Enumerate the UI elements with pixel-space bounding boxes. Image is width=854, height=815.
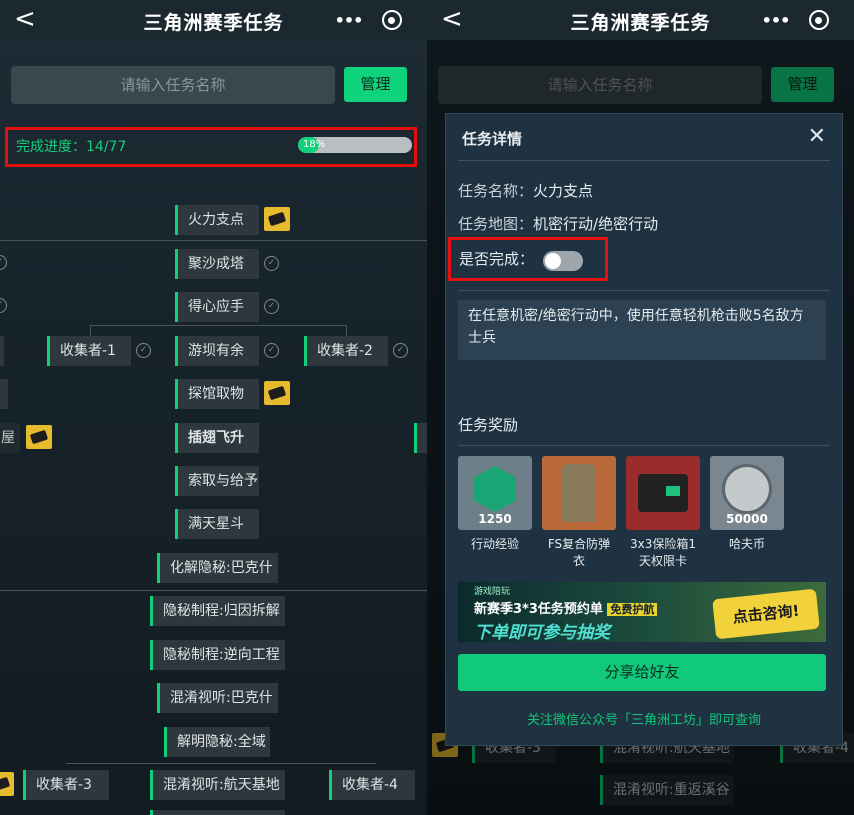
more-icon[interactable]: •••	[754, 11, 797, 30]
chest-icon	[264, 207, 290, 231]
screenshot: < 三角洲赛季任务 ••• 请输入任务名称 管理 完成进度：14/77 18% …	[0, 0, 854, 815]
progress-fill: 18%	[298, 137, 325, 153]
task-node[interactable]: 隐秘制程:归因拆解	[150, 596, 285, 626]
task-tree-screen: < 三角洲赛季任务 ••• 请输入任务名称 管理 完成进度：14/77 18% …	[0, 0, 427, 815]
task-node[interactable]: 火力支点✓	[175, 205, 279, 235]
check-icon: ✓	[0, 255, 7, 270]
reward-item[interactable]: FS复合防弹衣	[542, 456, 616, 570]
task-node[interactable]: 聚沙成塔 ✓	[175, 249, 279, 279]
consult-button[interactable]: 点击咨询!	[712, 588, 820, 640]
task-node[interactable]: 收集者-1 ✓	[47, 336, 151, 366]
done-toggle-highlight: 是否完成：	[448, 237, 608, 281]
progress-label: 完成进度：14/77	[16, 139, 127, 155]
task-node[interactable]: 插翅飞升	[175, 423, 259, 453]
search-input[interactable]: 请输入任务名称	[11, 66, 335, 104]
done-label: 是否完成：	[459, 250, 535, 268]
task-node-partial[interactable]	[150, 810, 285, 815]
task-detail-screen: < 三角洲赛季任务 ••• 请输入任务名称 管理 收集者-3 混淆视听:航天基地…	[427, 0, 854, 815]
task-node[interactable]: 得心应手 ✓	[175, 292, 279, 322]
task-node-partial[interactable]: 屋	[0, 423, 20, 453]
modal-title: 任务详情	[462, 130, 523, 148]
done-toggle[interactable]	[543, 251, 583, 271]
task-node[interactable]: 满天星斗	[175, 509, 259, 539]
task-description: 在任意机密/绝密行动中，使用任意轻机枪击败5名敌方士兵	[458, 300, 826, 360]
check-icon: ✓	[0, 298, 7, 313]
task-node-partial[interactable]	[0, 379, 8, 409]
reward-item[interactable]: 50000 哈夫币	[710, 456, 784, 553]
task-node[interactable]: 混淆视听:航天基地	[150, 770, 285, 800]
task-node[interactable]: 解明隐秘:全域	[164, 727, 270, 757]
chest-icon	[26, 425, 52, 449]
mini-program-capsule: •••	[754, 5, 840, 35]
task-name-row: 任务名称：火力支点	[458, 182, 594, 200]
rewards-title: 任务奖励	[458, 416, 519, 434]
task-detail-modal: 任务详情 ✕ 任务名称：火力支点 任务地图：机密行动/绝密行动 是否完成： 在任…	[445, 113, 843, 746]
task-node[interactable]: 隐秘制程:逆向工程	[150, 640, 285, 670]
task-node[interactable]: 混淆视听:巴克什	[157, 683, 278, 713]
task-node[interactable]: 化解隐秘:巴克什	[157, 553, 278, 583]
progress-bar: 18%	[298, 137, 412, 153]
task-node[interactable]: 收集者-3	[23, 770, 109, 800]
promo-banner[interactable]: 游戏陪玩 新赛季3*3任务预约单 免费护航 下单即可参与抽奖 点击咨询!	[458, 582, 826, 642]
safe-box-icon	[626, 456, 700, 530]
xp-badge-icon: 1250	[458, 456, 532, 530]
task-map-value: 机密行动/绝密行动	[533, 215, 659, 233]
task-node[interactable]: 探馆取物	[175, 379, 259, 409]
task-node-partial[interactable]	[0, 336, 4, 366]
task-node[interactable]: 游坝有余 ✓	[175, 336, 279, 366]
follow-text: 关注微信公众号「三角洲工坊」即可查询	[526, 713, 761, 728]
nav-bar: < 三角洲赛季任务 •••	[427, 0, 854, 40]
close-icon[interactable]: ✕	[808, 124, 826, 149]
close-target-icon[interactable]	[797, 10, 840, 30]
progress-highlight: 完成进度：14/77 18%	[5, 127, 417, 167]
task-node[interactable]: 收集者-2 ✓	[304, 336, 408, 366]
coin-icon: 50000	[710, 456, 784, 530]
share-button[interactable]: 分享给好友	[458, 654, 826, 691]
mini-program-capsule: •••	[327, 5, 413, 35]
manage-button[interactable]: 管理	[344, 67, 407, 102]
nav-bar: < 三角洲赛季任务 •••	[0, 0, 427, 40]
armor-vest-icon	[542, 456, 616, 530]
task-node[interactable]: 索取与给予	[175, 466, 259, 496]
task-map-row: 任务地图：机密行动/绝密行动	[458, 215, 659, 233]
task-node[interactable]: 收集者-4	[329, 770, 415, 800]
task-node-partial[interactable]	[414, 423, 427, 453]
chest-icon	[0, 772, 14, 796]
reward-item[interactable]: 3x3保险箱1天权限卡	[626, 456, 700, 570]
chest-icon	[264, 381, 290, 405]
task-name-value: 火力支点	[533, 182, 594, 200]
more-icon[interactable]: •••	[327, 11, 370, 30]
reward-item[interactable]: 1250 行动经验	[458, 456, 532, 553]
close-target-icon[interactable]	[370, 10, 413, 30]
